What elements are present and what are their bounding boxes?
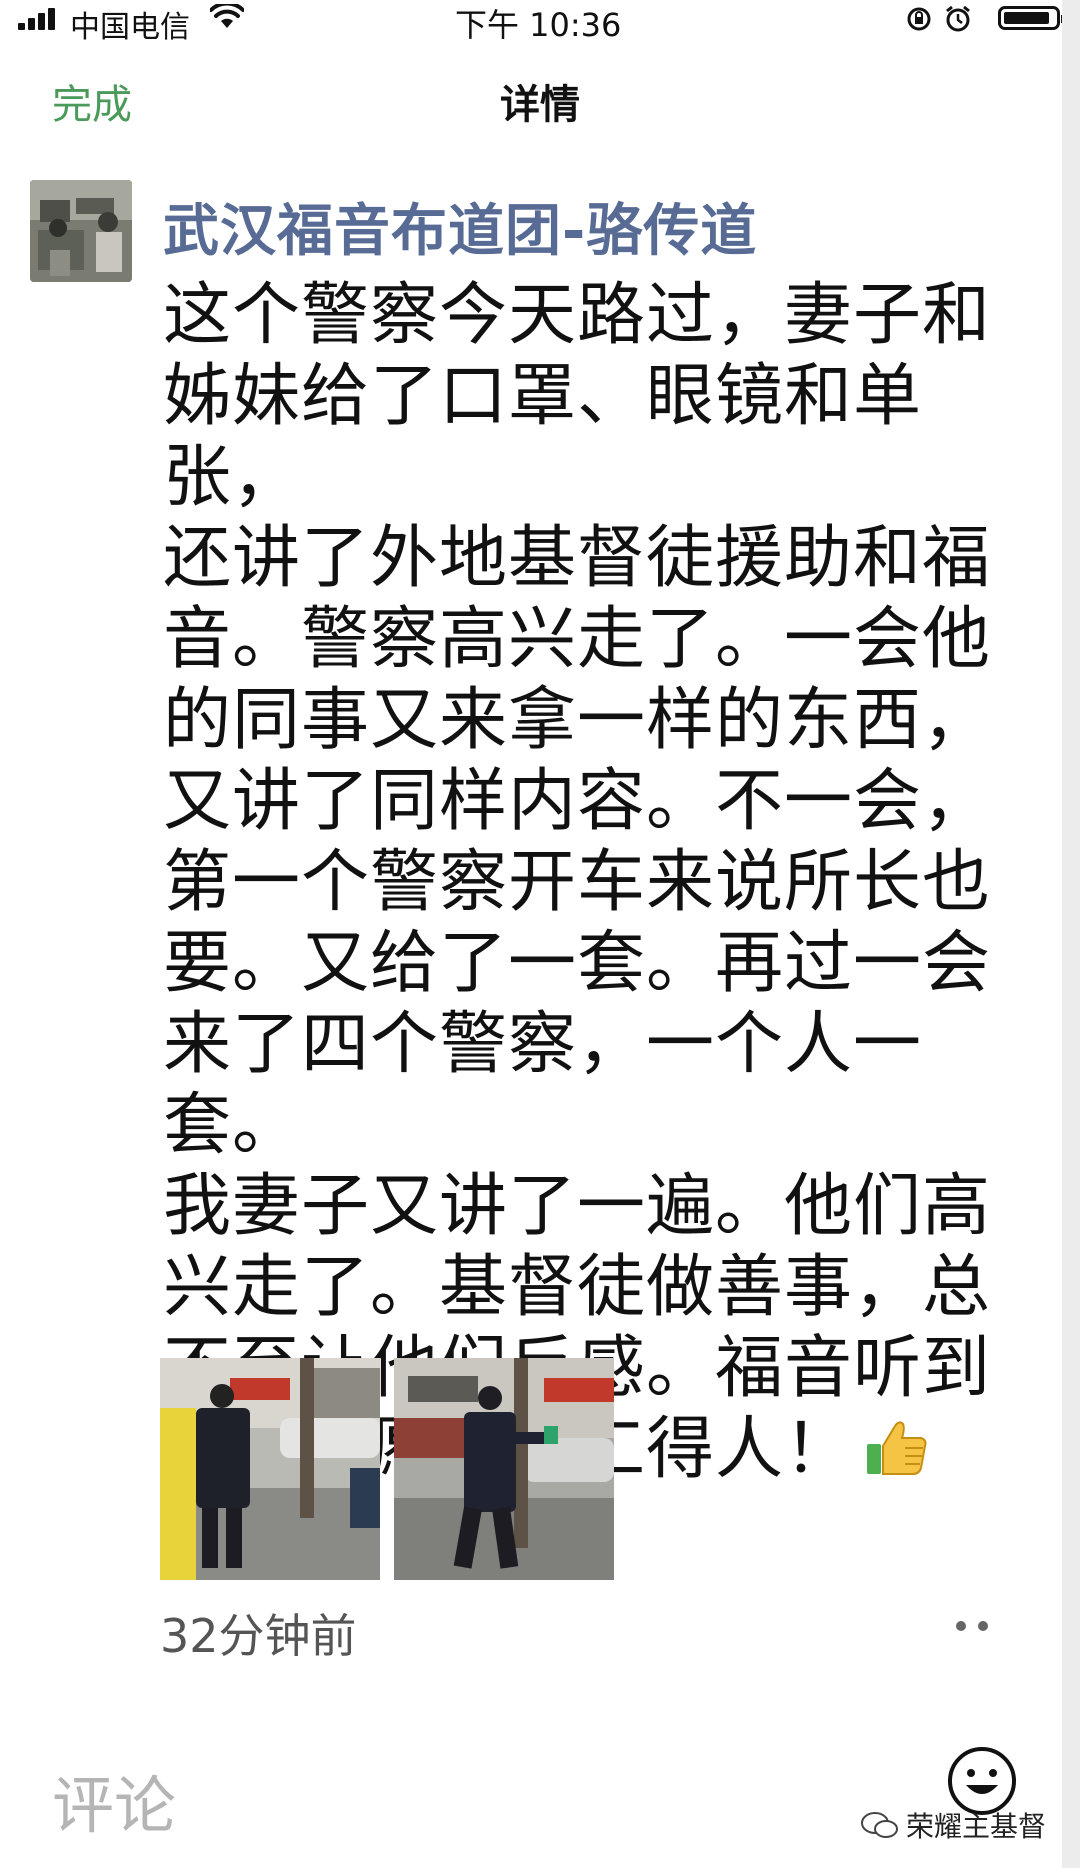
post-body: 这个警察今天路过，妻子和 姊妹给了口罩、眼镜和单张， 还讲了外地基督徒援助和福 … <box>163 275 1053 1490</box>
carrier-name: 中国电信 <box>70 10 190 45</box>
signal-strength-icon <box>18 8 58 30</box>
watermark-text: 荣耀主基督 <box>906 1810 1047 1843</box>
post-line: 这个警察今天路过，妻子和 <box>163 276 992 355</box>
post-line: 姊妹给了口罩、眼镜和单张， <box>163 357 923 517</box>
post-line: 要。又给了一套。再过一会 <box>163 924 992 1003</box>
more-options-icon[interactable] <box>955 1618 989 1634</box>
post-line: 又讲了同样内容。不一会， <box>163 762 992 841</box>
battery-icon <box>998 6 1065 30</box>
post-line: 音。警察高兴走了。一会他 <box>163 600 992 679</box>
post-photo[interactable] <box>160 1358 380 1580</box>
post-line: 我妻子又讲了一遍。他们高 <box>163 1167 992 1246</box>
orientation-lock-icon <box>907 7 931 31</box>
post-line: 还讲了外地基督徒援助和福 <box>163 519 992 598</box>
post-timestamp: 32分钟前 <box>160 1609 357 1663</box>
post-line: 第一个警察开车来说所长也 <box>163 843 992 922</box>
post-line: 的同事又来拿一样的东西， <box>163 681 992 760</box>
author-name[interactable]: 武汉福音布道团-骆传道 <box>163 186 757 267</box>
thumbs-up-icon <box>867 1421 927 1475</box>
post-line: 来了四个警察，一个人一套。 <box>163 1005 923 1165</box>
clock: 下午 10:36 <box>455 6 622 44</box>
page-title: 详情 <box>500 82 580 128</box>
post-line: 兴走了。基督徒做善事，总 <box>163 1248 992 1327</box>
avatar[interactable] <box>30 180 132 282</box>
wifi-icon <box>210 4 244 28</box>
status-bar: 中国电信 下午 10:36 <box>0 0 1080 45</box>
alarm-icon <box>946 5 970 32</box>
wechat-logo-icon <box>861 1812 898 1838</box>
screen-edge <box>1062 0 1080 1868</box>
post-photo[interactable] <box>394 1358 614 1580</box>
comment-input[interactable]: 评论 <box>52 1755 176 1845</box>
